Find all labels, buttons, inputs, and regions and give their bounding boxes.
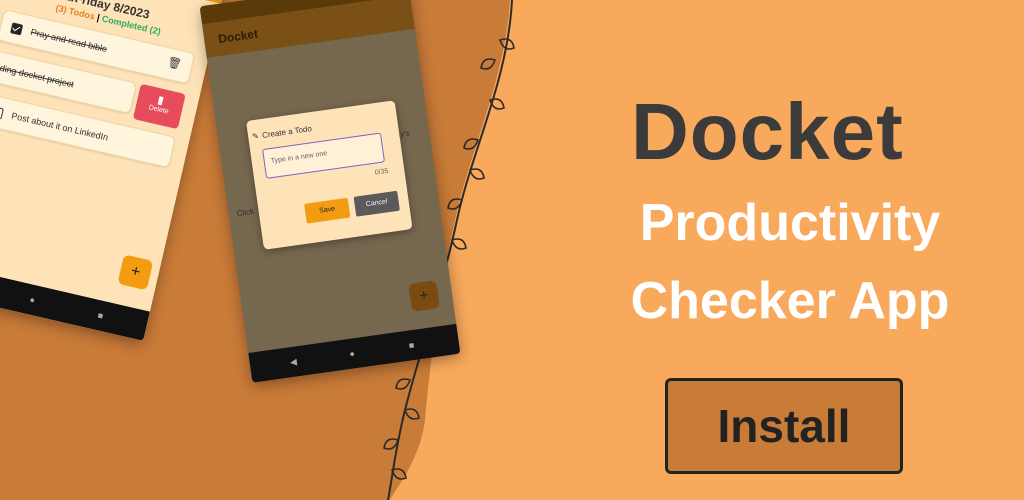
dialog-title: Create a Todo [261,124,313,140]
promo-banner: i 12/Friday 8/2023 (3) Todos | Completed… [0,0,1024,500]
brand-title: Docket [631,87,904,176]
recents-icon[interactable]: ■ [408,340,415,351]
checkbox-icon[interactable] [0,106,4,120]
tagline-line2: Checker App [630,272,950,330]
app-title: Docket [217,26,259,47]
add-todo-button[interactable]: + [408,280,440,312]
save-button[interactable]: Save [304,197,351,224]
todo-input[interactable]: Type in a new one [262,132,386,179]
back-icon[interactable]: ◀ [289,356,297,368]
todo-text: ch building docket project [0,57,75,90]
recents-icon[interactable]: ■ [97,310,105,321]
create-todo-dialog: ✎ Create a Todo Type in a new one 0/35 S… [245,100,413,250]
install-button[interactable]: Install [665,378,903,474]
char-counter: 0/35 [374,167,389,177]
tagline-line1: Productivity [639,194,941,252]
add-todo-button[interactable]: + [117,254,154,291]
pencil-icon: ✎ [251,131,260,142]
todo-text: Post about it on LinkedIn [10,110,110,143]
delete-button[interactable]: ▮ Delete [132,83,186,130]
cancel-button[interactable]: Cancel [353,190,400,217]
trash-icon[interactable]: 🗑 [166,55,183,71]
background-text: Click [236,206,255,219]
todo-text: Pray and read bible [29,26,109,55]
home-icon[interactable]: ● [29,294,37,305]
home-icon[interactable]: ● [349,348,356,359]
checkbox-icon[interactable] [10,22,24,36]
